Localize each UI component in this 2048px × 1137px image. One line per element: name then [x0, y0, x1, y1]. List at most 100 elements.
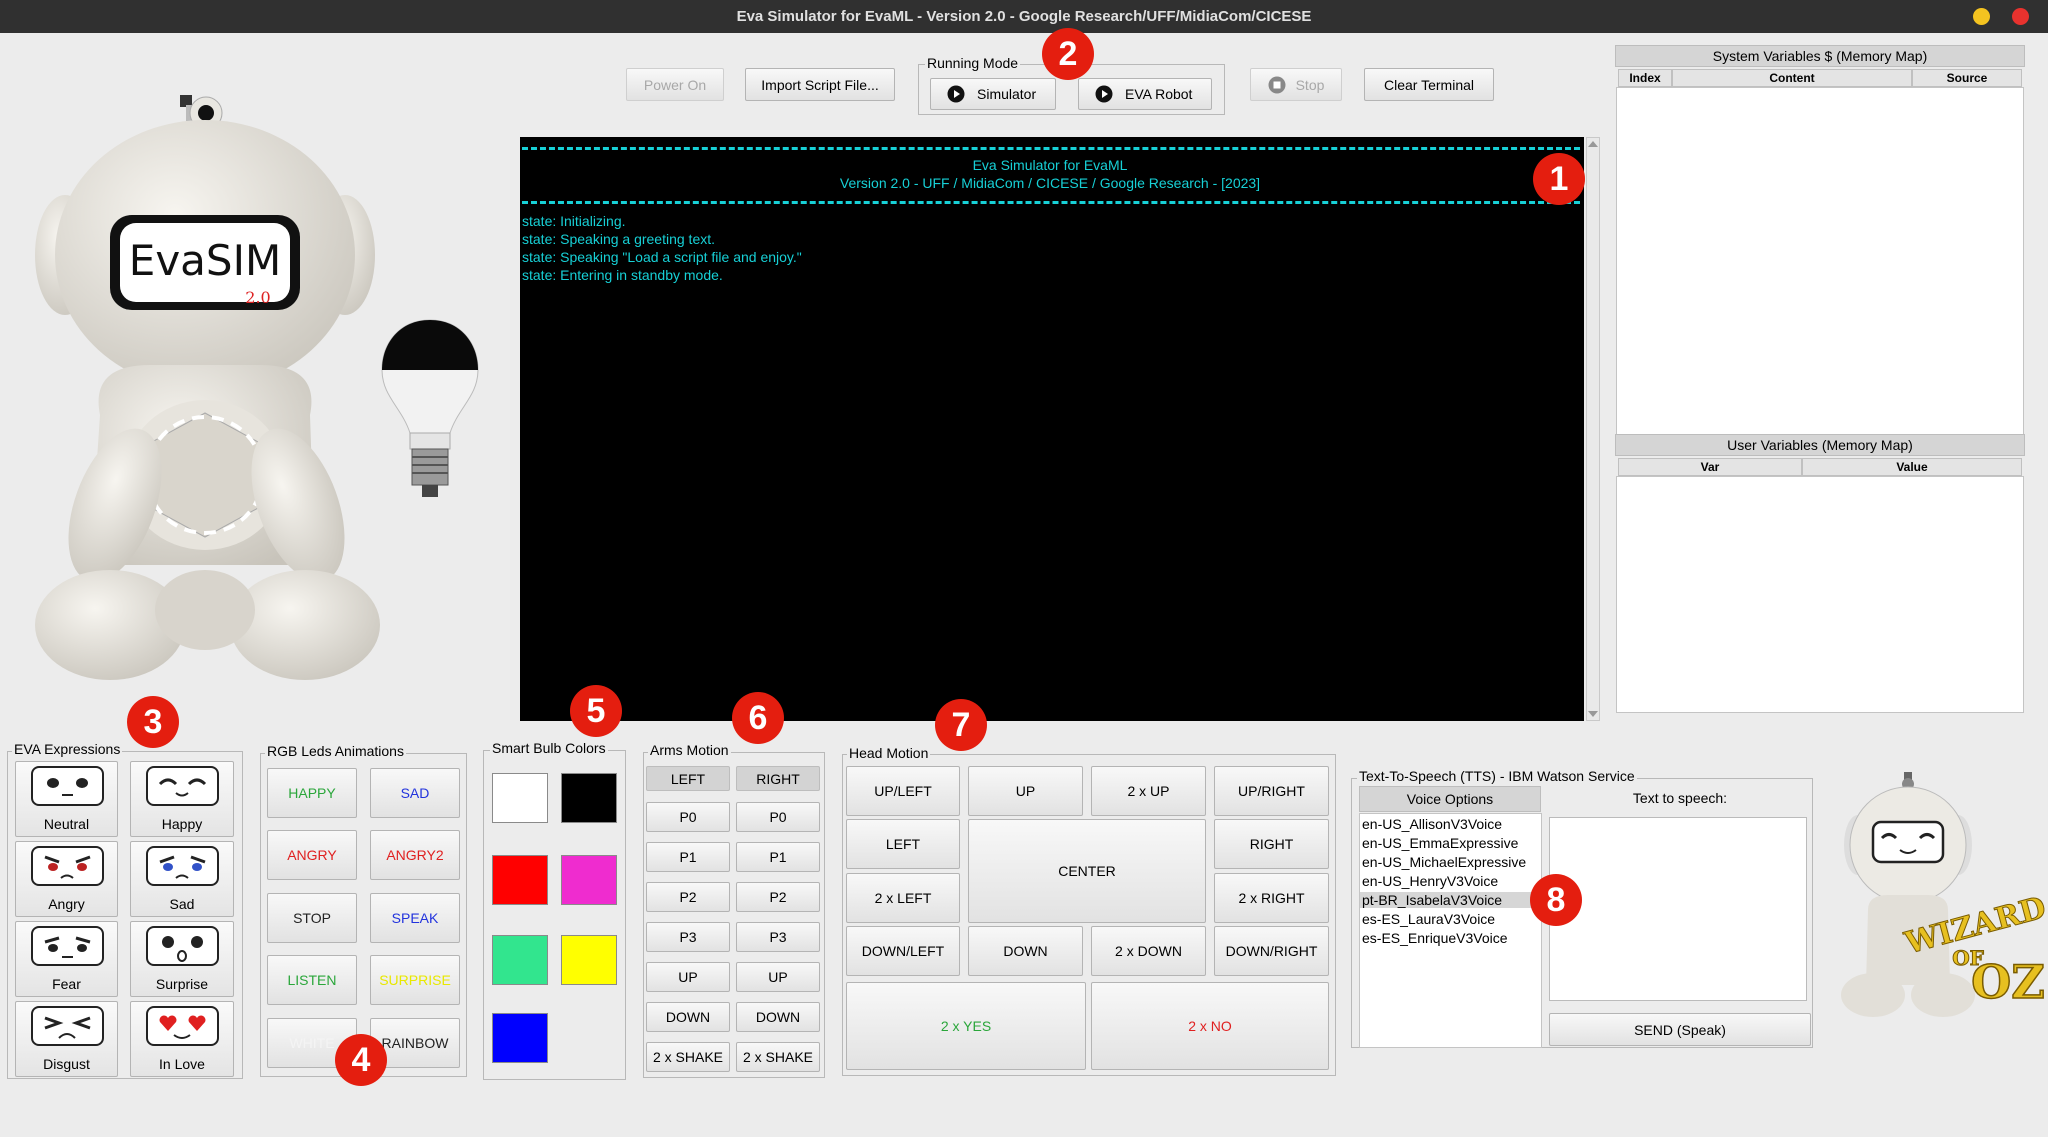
left-arm-p0-button[interactable]: P0	[646, 802, 730, 832]
simulator-label: Simulator	[977, 86, 1037, 102]
bulb-color-red[interactable]	[492, 855, 548, 905]
expression-label: Happy	[161, 816, 203, 832]
right-arm-up-button[interactable]: UP	[736, 962, 820, 992]
right-arm-p2-button[interactable]: P2	[736, 882, 820, 912]
head-center-button[interactable]: CENTER	[968, 819, 1206, 923]
stop-button[interactable]: Stop	[1250, 68, 1342, 101]
terminal-line: state: Entering in standby mode.	[522, 267, 723, 283]
callout-badge-4: 4	[335, 1034, 387, 1086]
bulb-color-green[interactable]	[492, 935, 548, 985]
terminal-separator	[522, 147, 1580, 150]
scroll-down-icon[interactable]	[1587, 709, 1599, 719]
column-header-source[interactable]: Source	[1912, 69, 2022, 87]
voice-option[interactable]: es-ES_LauraV3Voice	[1360, 911, 1495, 927]
expression-disgust-button[interactable]: Disgust	[15, 1001, 118, 1077]
terminal-separator	[522, 201, 1580, 204]
voice-option[interactable]: en-US_HenryV3Voice	[1360, 873, 1498, 889]
head-left-button[interactable]: LEFT	[846, 819, 960, 869]
head-2x-up-button[interactable]: 2 x UP	[1091, 766, 1206, 816]
column-header-var[interactable]: Var	[1618, 458, 1802, 476]
column-header-value[interactable]: Value	[1802, 458, 2022, 476]
column-header-index[interactable]: Index	[1618, 69, 1672, 87]
send-speak-button[interactable]: SEND (Speak)	[1549, 1013, 1811, 1046]
bulb-color-black[interactable]	[561, 773, 617, 823]
clear-terminal-button[interactable]: Clear Terminal	[1364, 68, 1494, 101]
expression-sad-button[interactable]: Sad	[130, 841, 234, 917]
expression-label: Disgust	[43, 1056, 90, 1072]
expression-angry-button[interactable]: Angry	[15, 841, 118, 917]
expression-fear-button[interactable]: Fear	[15, 921, 118, 997]
head-down-button[interactable]: DOWN	[968, 926, 1083, 976]
terminal-output[interactable]: Eva Simulator for EvaML Version 2.0 - UF…	[520, 137, 1584, 721]
voice-option[interactable]: es-ES_EnriqueV3Voice	[1360, 930, 1508, 946]
right-arm-p0-button[interactable]: P0	[736, 802, 820, 832]
expression-in-love-button[interactable]: In Love	[130, 1001, 234, 1077]
expression-label: Sad	[169, 896, 195, 912]
right-arm-p1-button[interactable]: P1	[736, 842, 820, 872]
head-2x-right-button[interactable]: 2 x RIGHT	[1214, 873, 1329, 923]
bulb-color-yellow[interactable]	[561, 935, 617, 985]
terminal-header-subtitle: Version 2.0 - UFF / MidiaCom / CICESE / …	[839, 175, 1261, 191]
head-down-left-button[interactable]: DOWN/LEFT	[846, 926, 960, 976]
left-arm-p3-button[interactable]: P3	[646, 922, 730, 952]
expression-label: In Love	[159, 1056, 205, 1072]
left-arm-down-button[interactable]: DOWN	[646, 1002, 730, 1032]
bulb-color-magenta[interactable]	[561, 855, 617, 905]
system-vars-table[interactable]	[1616, 87, 2024, 452]
bulb-color-blue[interactable]	[492, 1013, 548, 1063]
user-vars-table[interactable]	[1616, 476, 2024, 713]
expression-happy-button[interactable]: Happy	[130, 761, 234, 837]
terminal-line: state: Initializing.	[522, 213, 626, 229]
head-2x-no-button[interactable]: 2 x NO	[1091, 982, 1329, 1070]
left-arm-p1-button[interactable]: P1	[646, 842, 730, 872]
minimize-button[interactable]	[1973, 8, 1990, 25]
head-2x-down-button[interactable]: 2 x DOWN	[1091, 926, 1206, 976]
led-surprise-button[interactable]: SURPRISE	[370, 955, 460, 1005]
led-sad-button[interactable]: SAD	[370, 768, 460, 818]
head-up-left-button[interactable]: UP/LEFT	[846, 766, 960, 816]
scroll-up-icon[interactable]	[1587, 139, 1599, 149]
voice-option[interactable]: en-US_EmmaExpressive	[1360, 835, 1518, 851]
left-arm-shake-button[interactable]: 2 x SHAKE	[646, 1042, 730, 1072]
led-listen-button[interactable]: LISTEN	[267, 955, 357, 1005]
callout-badge-2: 2	[1042, 28, 1094, 80]
text-to-speech-input[interactable]	[1549, 817, 1807, 1001]
head-right-button[interactable]: RIGHT	[1214, 819, 1329, 869]
simulator-button[interactable]: Simulator	[930, 78, 1056, 110]
head-2x-left-button[interactable]: 2 x LEFT	[846, 873, 960, 923]
voice-options-list[interactable]: en-US_AllisonV3Voice en-US_EmmaExpressiv…	[1359, 813, 1542, 1048]
wizard-logo-oz: OZ	[1971, 955, 2045, 1009]
expression-neutral-button[interactable]: Neutral	[15, 761, 118, 837]
callout-badge-3: 3	[127, 696, 179, 748]
head-motion-label: Head Motion	[847, 745, 931, 761]
power-on-button[interactable]: Power On	[626, 68, 724, 101]
neutral-face-icon	[31, 766, 104, 806]
led-speak-button[interactable]: SPEAK	[370, 893, 460, 943]
left-arm-up-button[interactable]: UP	[646, 962, 730, 992]
callout-badge-1: 1	[1533, 153, 1585, 205]
led-angry2-button[interactable]: ANGRY2	[370, 830, 460, 880]
bulb-color-white[interactable]	[492, 773, 548, 823]
import-script-button[interactable]: Import Script File...	[745, 68, 895, 101]
head-down-right-button[interactable]: DOWN/RIGHT	[1214, 926, 1329, 976]
led-angry-button[interactable]: ANGRY	[267, 830, 357, 880]
right-arm-shake-button[interactable]: 2 x SHAKE	[736, 1042, 820, 1072]
surprise-face-icon	[146, 926, 219, 966]
eva-robot-button[interactable]: EVA Robot	[1078, 78, 1212, 110]
expression-surprise-button[interactable]: Surprise	[130, 921, 234, 997]
close-button[interactable]	[2012, 8, 2029, 25]
left-arm-p2-button[interactable]: P2	[646, 882, 730, 912]
voice-option[interactable]: en-US_MichaelExpressive	[1360, 854, 1526, 870]
voice-option[interactable]: en-US_AllisonV3Voice	[1360, 816, 1502, 832]
expression-label: Surprise	[155, 976, 209, 992]
column-header-content[interactable]: Content	[1672, 69, 1912, 87]
terminal-scrollbar[interactable]	[1586, 137, 1600, 721]
led-happy-button[interactable]: HAPPY	[267, 768, 357, 818]
right-arm-down-button[interactable]: DOWN	[736, 1002, 820, 1032]
led-stop-button[interactable]: STOP	[267, 893, 357, 943]
head-up-button[interactable]: UP	[968, 766, 1083, 816]
voice-option-selected[interactable]: pt-BR_IsabelaV3Voice	[1360, 892, 1540, 908]
head-2x-yes-button[interactable]: 2 x YES	[846, 982, 1086, 1070]
head-up-right-button[interactable]: UP/RIGHT	[1214, 766, 1329, 816]
right-arm-p3-button[interactable]: P3	[736, 922, 820, 952]
